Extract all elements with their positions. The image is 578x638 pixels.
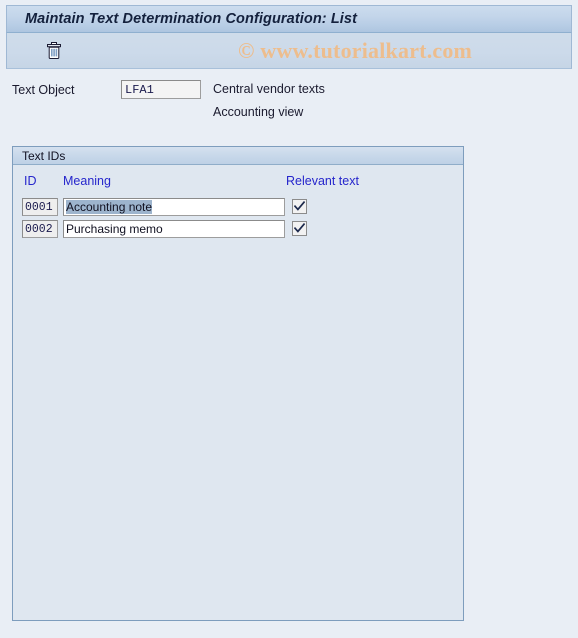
row-meaning-text: Purchasing memo xyxy=(66,222,163,236)
application-toolbar xyxy=(6,33,572,69)
window-title-bar: Maintain Text Determination Configuratio… xyxy=(6,5,572,33)
text-object-description-line-2: Accounting view xyxy=(213,105,304,119)
content-area: Text Object Central vendor texts Account… xyxy=(6,69,572,632)
row-relevant-text-checkbox[interactable] xyxy=(292,199,307,214)
row-id-input[interactable] xyxy=(22,198,58,216)
column-header-relevant-text: Relevant text xyxy=(286,174,359,188)
row-meaning-input[interactable]: Accounting note xyxy=(63,198,285,216)
checkmark-icon xyxy=(294,223,305,233)
text-object-description-line-1: Central vendor texts xyxy=(213,82,325,96)
row-id-input[interactable] xyxy=(22,220,58,238)
text-ids-groupbox-header: Text IDs xyxy=(13,147,463,165)
row-meaning-text: Accounting note xyxy=(66,200,153,214)
application-window: Maintain Text Determination Configuratio… xyxy=(0,0,578,638)
column-header-id: ID xyxy=(24,174,37,188)
text-ids-groupbox-title: Text IDs xyxy=(22,148,66,163)
text-object-input[interactable] xyxy=(121,80,201,99)
row-relevant-text-checkbox[interactable] xyxy=(292,221,307,236)
text-ids-table: ID Meaning Relevant text Accounting note xyxy=(13,165,463,620)
row-meaning-input[interactable]: Purchasing memo xyxy=(63,220,285,238)
header-field-group: Text Object Central vendor texts Account… xyxy=(6,79,572,135)
text-object-label: Text Object xyxy=(12,83,75,97)
checkmark-icon xyxy=(294,201,305,211)
column-header-meaning: Meaning xyxy=(63,174,111,188)
page-title: Maintain Text Determination Configuratio… xyxy=(25,11,358,27)
text-ids-groupbox: Text IDs ID Meaning Relevant text Accoun… xyxy=(12,146,464,621)
trash-icon[interactable] xyxy=(43,40,65,62)
